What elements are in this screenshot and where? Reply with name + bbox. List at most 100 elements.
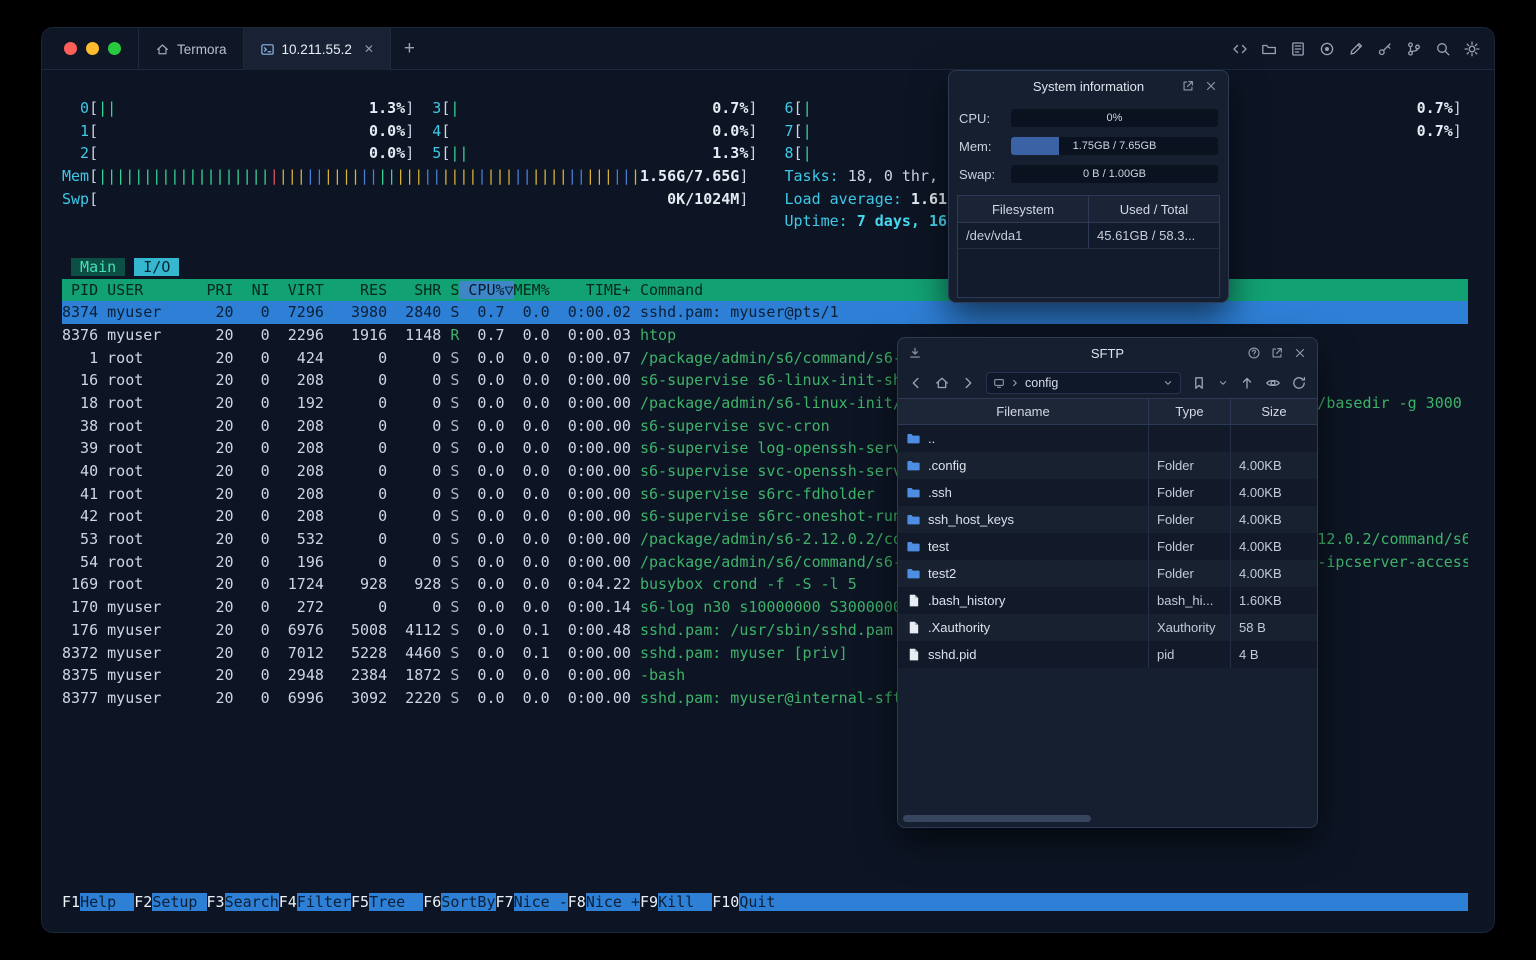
meter-label: Swap: xyxy=(959,166,996,182)
help-icon[interactable] xyxy=(1247,346,1261,360)
show-hidden-eye-icon[interactable] xyxy=(1265,375,1281,391)
filesystem-row[interactable]: /dev/vda1 45.61GB / 58.3... xyxy=(958,223,1219,249)
tab-session[interactable]: 10.211.55.2 ✕ xyxy=(243,28,391,70)
filesystem-table: Filesystem Used / Total /dev/vda1 45.61G… xyxy=(957,195,1220,298)
fkey-f6[interactable]: F6 xyxy=(423,893,441,911)
meter-value: 0 B / 1.00GB xyxy=(1083,168,1146,180)
sort-column-cpu[interactable]: CPU%▽ xyxy=(459,280,514,299)
file-type xyxy=(1149,425,1231,452)
file-name: .config xyxy=(928,458,967,473)
maximize-window-button[interactable] xyxy=(108,42,121,55)
close-panel-icon[interactable] xyxy=(1204,79,1218,93)
download-icon[interactable] xyxy=(908,346,922,360)
meter-bar: 0 B / 1.00GB xyxy=(1011,165,1218,183)
open-in-window-icon[interactable] xyxy=(1270,346,1284,360)
path-breadcrumb[interactable]: config xyxy=(986,372,1181,394)
fkey-f10[interactable]: F10 xyxy=(712,893,739,911)
sysinfo-meter-row: Mem: 1.75GB / 7.65GB xyxy=(959,132,1218,160)
file-type: Folder xyxy=(1149,506,1231,533)
caret-down-icon[interactable] xyxy=(1162,377,1174,389)
file-row[interactable]: sshd.pid pid 4 B xyxy=(898,641,1317,668)
fkey-label[interactable]: Help xyxy=(80,893,135,912)
path-segment[interactable]: config xyxy=(1025,376,1058,390)
pencil-icon[interactable] xyxy=(1348,41,1364,57)
fkey-f7[interactable]: F7 xyxy=(496,893,514,911)
file-type: Folder xyxy=(1149,533,1231,560)
meter-label: Mem: xyxy=(959,138,992,154)
process-row[interactable]: 8374 myuser 20 0 7296 3980 2840 S 0.7 0.… xyxy=(62,301,1468,324)
fkey-label[interactable]: Kill xyxy=(658,893,713,912)
file-row[interactable]: ssh_host_keys Folder 4.00KB xyxy=(898,506,1317,533)
file-icon xyxy=(906,593,921,608)
fkey-label[interactable]: SortBy xyxy=(441,893,496,912)
folder-icon[interactable] xyxy=(1261,41,1277,57)
htop-tab-main[interactable]: Main xyxy=(71,257,126,276)
fkey-f5[interactable]: F5 xyxy=(351,893,369,911)
swap-meter-row: Swp[ 0K/1024M] Load average: 1.61 1.23 0… xyxy=(62,189,1037,208)
fkey-label[interactable]: Nice - xyxy=(513,893,568,912)
file-name: .. xyxy=(928,431,936,446)
fkey-label[interactable]: Filter xyxy=(296,893,351,912)
home-icon[interactable] xyxy=(934,375,950,391)
fkey-f4[interactable]: F4 xyxy=(279,893,297,911)
fkey-label[interactable]: Setup xyxy=(152,893,207,912)
traffic-lights xyxy=(42,28,138,69)
home-icon xyxy=(155,42,170,57)
file-row[interactable]: .ssh Folder 4.00KB xyxy=(898,479,1317,506)
panel-title: System information xyxy=(1032,78,1145,94)
search-icon[interactable] xyxy=(1435,41,1451,57)
file-size xyxy=(1231,425,1317,452)
tab-termora[interactable]: Termora xyxy=(138,28,244,70)
fkey-label[interactable]: Search xyxy=(224,893,279,912)
notebook-icon[interactable] xyxy=(1290,41,1306,57)
code-icon[interactable] xyxy=(1232,41,1248,57)
bookmark-caret-icon[interactable] xyxy=(1217,377,1229,389)
new-tab-button[interactable]: + xyxy=(391,28,428,69)
open-in-window-icon[interactable] xyxy=(1181,79,1195,93)
file-row[interactable]: .Xauthority Xauthority 58 B xyxy=(898,614,1317,641)
minimize-window-button[interactable] xyxy=(86,42,99,55)
horizontal-scrollbar[interactable] xyxy=(903,815,1091,822)
file-row[interactable]: .. xyxy=(898,425,1317,452)
col-filename[interactable]: Filename xyxy=(898,399,1149,424)
file-size: 58 B xyxy=(1239,620,1266,635)
file-type: Folder xyxy=(1149,479,1231,506)
termora-window: Termora 10.211.55.2 ✕ + 0[|| 1.3%] 3[| 0… xyxy=(42,28,1494,932)
close-window-button[interactable] xyxy=(64,42,77,55)
file-row[interactable]: .bash_history bash_hi... 1.60KB xyxy=(898,587,1317,614)
refresh-icon[interactable] xyxy=(1291,375,1307,391)
file-row[interactable]: test Folder 4.00KB xyxy=(898,533,1317,560)
back-icon[interactable] xyxy=(908,375,924,391)
col-type[interactable]: Type xyxy=(1149,399,1231,424)
settings-icon[interactable] xyxy=(1464,41,1480,57)
record-icon[interactable] xyxy=(1319,41,1335,57)
git-branch-icon[interactable] xyxy=(1406,41,1422,57)
col-size[interactable]: Size xyxy=(1231,399,1317,424)
close-panel-icon[interactable] xyxy=(1293,346,1307,360)
memory-meter-row: Mem[||||||||||||||||||||||||||||||||||||… xyxy=(62,167,1101,186)
folder-icon xyxy=(906,485,921,500)
col-filesystem: Filesystem xyxy=(958,196,1089,222)
file-icon xyxy=(906,620,921,635)
file-size: 1.60KB xyxy=(1239,593,1282,608)
fkey-f3[interactable]: F3 xyxy=(207,893,225,911)
up-directory-icon[interactable] xyxy=(1239,375,1255,391)
fkey-f2[interactable]: F2 xyxy=(134,893,152,911)
fkey-f1[interactable]: F1 xyxy=(62,893,80,911)
fkey-f8[interactable]: F8 xyxy=(568,893,586,911)
fkey-f9[interactable]: F9 xyxy=(640,893,658,911)
forward-icon[interactable] xyxy=(960,375,976,391)
key-icon[interactable] xyxy=(1377,41,1393,57)
fkey-label[interactable]: Tree xyxy=(369,893,424,912)
meter-value: 0% xyxy=(1106,112,1123,124)
file-size: 4.00KB xyxy=(1239,458,1282,473)
file-row[interactable]: test2 Folder 4.00KB xyxy=(898,560,1317,587)
bookmark-icon[interactable] xyxy=(1191,375,1207,391)
htop-tab-io[interactable]: I/O xyxy=(134,257,180,276)
file-row[interactable]: .config Folder 4.00KB xyxy=(898,452,1317,479)
fkey-label[interactable]: Nice + xyxy=(585,893,640,912)
fkey-label[interactable]: Quit xyxy=(739,893,794,912)
file-name: .bash_history xyxy=(928,593,1006,608)
close-tab-icon[interactable]: ✕ xyxy=(364,43,374,55)
